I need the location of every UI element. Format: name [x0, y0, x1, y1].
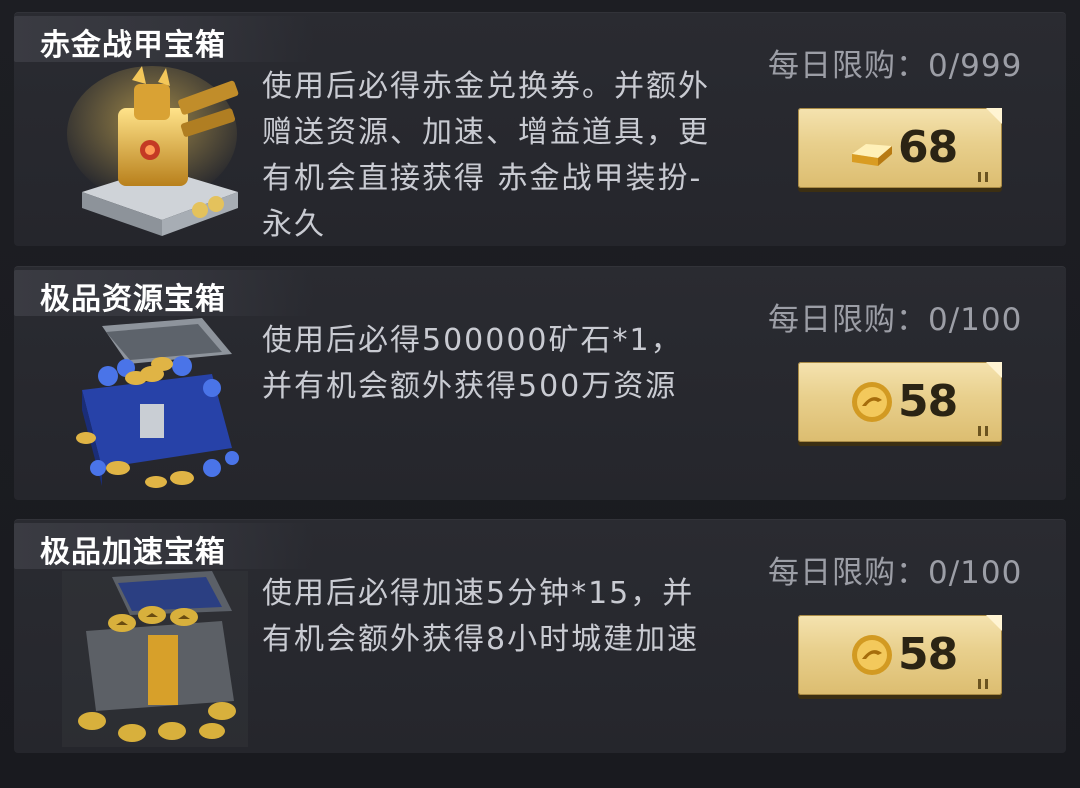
buy-button[interactable]: 68	[798, 108, 1002, 188]
price: 58	[898, 376, 958, 427]
item-description: 使用后必得赤金兑换券。并额外赠送资源、加速、增益道具，更有机会直接获得 赤金战甲…	[262, 69, 710, 242]
item-description: 使用后必得加速5分钟*15，并有机会额外获得8小时城建加速	[262, 576, 700, 657]
price: 58	[898, 629, 958, 680]
item-description: 使用后必得500000矿石*1，并有机会额外获得500万资源	[262, 323, 683, 404]
item-title: 赤金战甲宝箱	[40, 28, 226, 63]
corner-mark	[978, 426, 988, 436]
shop-panel: 赤金战甲宝箱 使用后必得赤金兑换券。并额外赠送资源、加速、增益道具，更有机会直接…	[0, 0, 1080, 788]
gold-coin-icon	[852, 382, 892, 422]
item-title: 极品加速宝箱	[40, 535, 226, 570]
buy-button[interactable]: 58	[798, 615, 1002, 695]
corner-mark	[978, 172, 988, 182]
corner-mark	[978, 679, 988, 689]
speedup-chest-icon	[62, 571, 248, 747]
gold-bar-icon	[852, 144, 892, 166]
shop-item-card: 赤金战甲宝箱 使用后必得赤金兑换券。并额外赠送资源、加速、增益道具，更有机会直接…	[14, 12, 1066, 246]
shop-item-card: 极品加速宝箱 使用后必得加速5分钟*15，并有机会额外获得8小时城建加速 每日限…	[14, 519, 1066, 753]
daily-limit: 每日限购：0/100	[768, 302, 1023, 338]
daily-limit: 每日限购：0/999	[768, 48, 1023, 84]
buy-button[interactable]: 58	[798, 362, 1002, 442]
resource-chest-icon	[62, 318, 248, 494]
shop-item-card: 极品资源宝箱 使用后必得500000矿石*1，并有机会额外获得500万资源 每日…	[14, 266, 1066, 500]
price: 68	[898, 122, 958, 173]
gold-coin-icon	[852, 635, 892, 675]
gold-armor-chest-icon	[62, 64, 248, 240]
item-title: 极品资源宝箱	[40, 282, 226, 317]
daily-limit: 每日限购：0/100	[768, 555, 1023, 591]
